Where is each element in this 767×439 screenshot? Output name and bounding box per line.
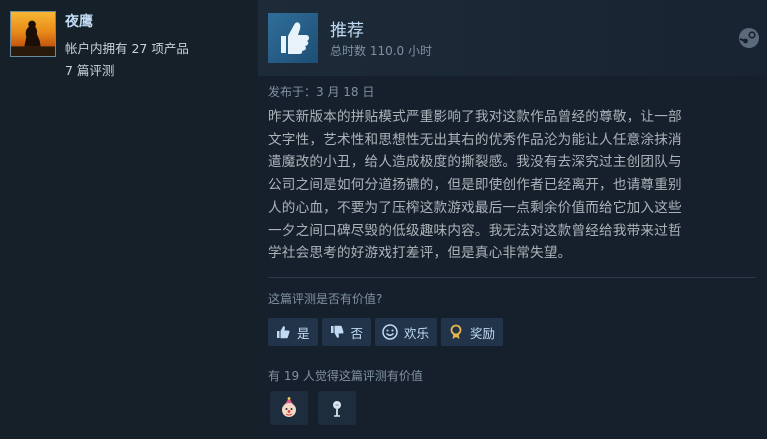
recommended-icon bbox=[268, 13, 318, 63]
vote-funny-label: 欢乐 bbox=[404, 325, 430, 341]
vote-no-button[interactable]: 否 bbox=[321, 318, 372, 346]
clown-face-icon bbox=[282, 397, 296, 417]
review-line: 一夕之间口碑尽毁的低级趣味内容。我无法对这款曾经给我带来过哲 bbox=[268, 222, 682, 239]
vote-buttons: 是 否 欢乐 奖励 bbox=[268, 318, 504, 346]
received-awards bbox=[270, 391, 356, 425]
posted-date: 发布于：3 月 18 日 bbox=[268, 85, 375, 99]
avatar-image bbox=[11, 20, 55, 56]
award-badge-clown[interactable] bbox=[270, 391, 308, 425]
hours-played: 总时数 110.0 小时 bbox=[330, 44, 432, 58]
vote-no-label: 否 bbox=[350, 325, 364, 341]
review-line: 遣魔改的小丑，给人造成极度的撕裂感。我没有去深究过主创团队与 bbox=[268, 154, 682, 171]
review-line: 公司之间是如何分道扬镳的，但是即使创作者已经离开，也请尊重别 bbox=[268, 177, 682, 194]
award-badge-mic[interactable] bbox=[318, 391, 356, 425]
reviewer-name[interactable]: 夜鹰 bbox=[65, 11, 93, 31]
review-text: 昨天新版本的拼贴模式严重影响了我对这款作品曾经的尊敬，让一部 文字性，艺术性和思… bbox=[268, 106, 756, 265]
steam-icon bbox=[739, 28, 759, 48]
review-line: 人的心血，不要为了压榨这款游戏最后一点剩余价值而给它加入这些 bbox=[268, 199, 682, 216]
microphone-icon bbox=[333, 401, 341, 417]
vote-yes-button[interactable]: 是 bbox=[268, 318, 318, 346]
review-line: 学社会思考的好游戏打差评，但是真心非常失望。 bbox=[268, 245, 572, 262]
avatar[interactable] bbox=[10, 11, 56, 57]
helpful-question: 这篇评测是否有价值? bbox=[268, 292, 383, 306]
vote-funny-button[interactable]: 欢乐 bbox=[375, 318, 438, 346]
reviewer-panel bbox=[0, 0, 258, 439]
helpful-count: 有 19 人觉得这篇评测有价值 bbox=[268, 369, 423, 383]
divider bbox=[268, 277, 756, 278]
thumbs-up-icon bbox=[277, 326, 290, 339]
thumbs-down-icon bbox=[330, 325, 344, 338]
review-line: 文字性，艺术性和思想性无出其右的优秀作品沦为能让人任意涂抹消 bbox=[268, 131, 682, 148]
review-line: 昨天新版本的拼贴模式严重影响了我对这款作品曾经的尊敬，让一部 bbox=[268, 109, 682, 125]
vote-yes-label: 是 bbox=[297, 325, 310, 341]
reviews-count[interactable]: 7 篇评测 bbox=[65, 60, 114, 79]
products-owned[interactable]: 帐户内拥有 27 项产品 bbox=[65, 38, 189, 57]
award-icon bbox=[450, 324, 462, 339]
smiley-icon bbox=[382, 324, 398, 340]
award-label: 奖励 bbox=[470, 325, 496, 341]
award-button[interactable]: 奖励 bbox=[441, 318, 504, 346]
recommendation-label[interactable]: 推荐 bbox=[330, 16, 364, 41]
